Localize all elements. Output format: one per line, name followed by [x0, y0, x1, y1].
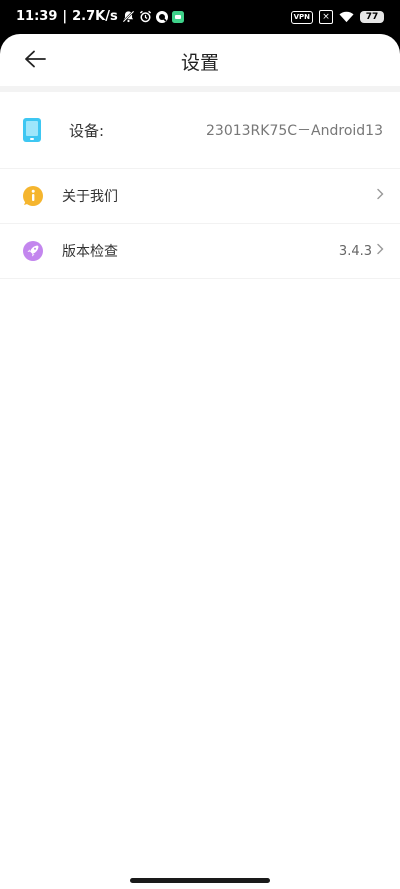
menu-item-label: 版本检查 [62, 244, 118, 260]
status-separator: | [62, 9, 68, 24]
vpn-icon: VPN [290, 10, 313, 24]
bell-off-icon [122, 10, 135, 23]
status-bar-left: 11:39 | 2.7K/s [16, 9, 184, 24]
device-value: 23013RK75C－Android13 [206, 123, 383, 139]
page-title: 设置 [180, 52, 219, 74]
menu-item-version-check[interactable]: 版本检查 3.4.3 [0, 224, 400, 279]
chevron-right-icon [376, 188, 384, 204]
rocket-icon [22, 240, 44, 262]
status-bar: 11:39 | 2.7K/s VPN × 77 [0, 0, 400, 36]
status-time: 11:39 [16, 9, 58, 24]
version-value: 3.4.3 [338, 243, 372, 259]
app-header: 设置 [0, 34, 400, 86]
status-bar-right: VPN × 77 [290, 10, 384, 24]
menu-item-about-us[interactable]: 关于我们 [0, 169, 400, 224]
battery-icon: 77 [360, 11, 384, 23]
settings-screen: 设置 设备: 23013RK75C－Android13 关于我们 版本检查 3.… [0, 34, 400, 889]
wifi-icon [339, 11, 354, 23]
app-q-icon [155, 10, 168, 23]
home-indicator[interactable] [130, 878, 270, 883]
phone-icon [22, 117, 42, 143]
app-green-icon [171, 10, 184, 23]
device-label: 设备: [69, 121, 105, 140]
alarm-icon [139, 10, 152, 23]
device-info-row: 设备: 23013RK75C－Android13 [0, 92, 400, 169]
info-icon [22, 185, 44, 207]
status-net-speed: 2.7K/s [72, 9, 118, 24]
chevron-right-icon [376, 243, 384, 259]
menu-item-label: 关于我们 [62, 189, 118, 205]
no-sim-icon: × [319, 10, 333, 24]
